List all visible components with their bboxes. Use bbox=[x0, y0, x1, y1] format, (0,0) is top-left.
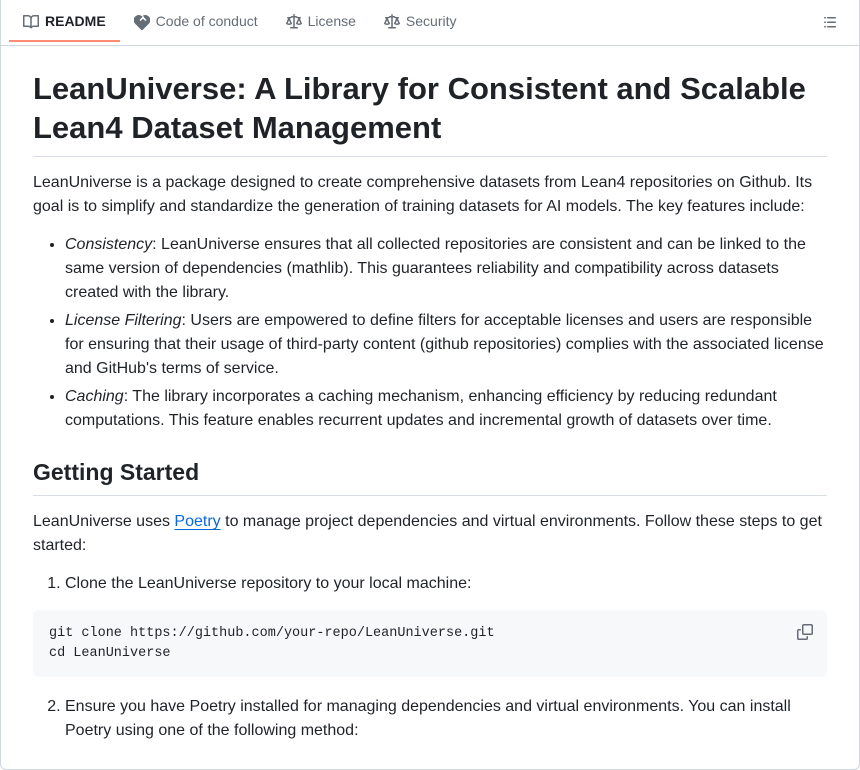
steps-list: Clone the LeanUniverse repository to you… bbox=[33, 572, 827, 596]
tab-security[interactable]: Security bbox=[370, 3, 471, 42]
steps-list-continued: Ensure you have Poetry installed for man… bbox=[33, 695, 827, 743]
list-item: License Filtering: Users are empowered t… bbox=[65, 309, 827, 381]
copy-button[interactable] bbox=[791, 618, 819, 646]
copy-icon bbox=[797, 624, 813, 640]
tab-license-label: License bbox=[308, 11, 356, 32]
tab-license[interactable]: License bbox=[272, 3, 370, 42]
list-item: Consistency: LeanUniverse ensures that a… bbox=[65, 233, 827, 305]
list-item: Caching: The library incorporates a cach… bbox=[65, 385, 827, 433]
feature-list: Consistency: LeanUniverse ensures that a… bbox=[33, 233, 827, 433]
outline-button[interactable] bbox=[815, 8, 845, 38]
code-block-clone: git clone https://github.com/your-repo/L… bbox=[33, 610, 827, 677]
law-icon bbox=[384, 14, 400, 30]
list-item: Ensure you have Poetry installed for man… bbox=[65, 695, 827, 743]
tab-readme-label: README bbox=[45, 11, 106, 32]
intro-paragraph: LeanUniverse is a package designed to cr… bbox=[33, 171, 827, 219]
feature-label: Consistency bbox=[65, 236, 152, 253]
file-tabs: README Code of conduct License Security bbox=[1, 0, 859, 46]
code-content: git clone https://github.com/your-repo/L… bbox=[49, 626, 495, 661]
getting-started-intro: LeanUniverse uses Poetry to manage proje… bbox=[33, 510, 827, 558]
feature-label: License Filtering bbox=[65, 312, 182, 329]
tab-code-of-conduct[interactable]: Code of conduct bbox=[120, 3, 272, 42]
law-icon bbox=[286, 14, 302, 30]
heart-hands-icon bbox=[134, 14, 150, 30]
feature-body: : LeanUniverse ensures that all collecte… bbox=[65, 236, 806, 301]
tab-readme[interactable]: README bbox=[9, 3, 120, 42]
step2-text: Ensure you have Poetry installed for man… bbox=[65, 698, 791, 739]
readme-box: README Code of conduct License Security … bbox=[0, 0, 860, 770]
page-title: LeanUniverse: A Library for Consistent a… bbox=[33, 70, 827, 157]
poetry-link[interactable]: Poetry bbox=[174, 513, 220, 530]
tab-security-label: Security bbox=[406, 11, 457, 32]
readme-content: LeanUniverse: A Library for Consistent a… bbox=[1, 46, 859, 769]
list-item: Clone the LeanUniverse repository to you… bbox=[65, 572, 827, 596]
step1-text: Clone the LeanUniverse repository to you… bbox=[65, 575, 471, 592]
list-icon bbox=[822, 15, 838, 31]
feature-label: Caching bbox=[65, 388, 124, 405]
tab-coc-label: Code of conduct bbox=[156, 11, 258, 32]
book-icon bbox=[23, 14, 39, 30]
getting-started-heading: Getting Started bbox=[33, 455, 827, 497]
feature-body: : The library incorporates a caching mec… bbox=[65, 388, 777, 429]
